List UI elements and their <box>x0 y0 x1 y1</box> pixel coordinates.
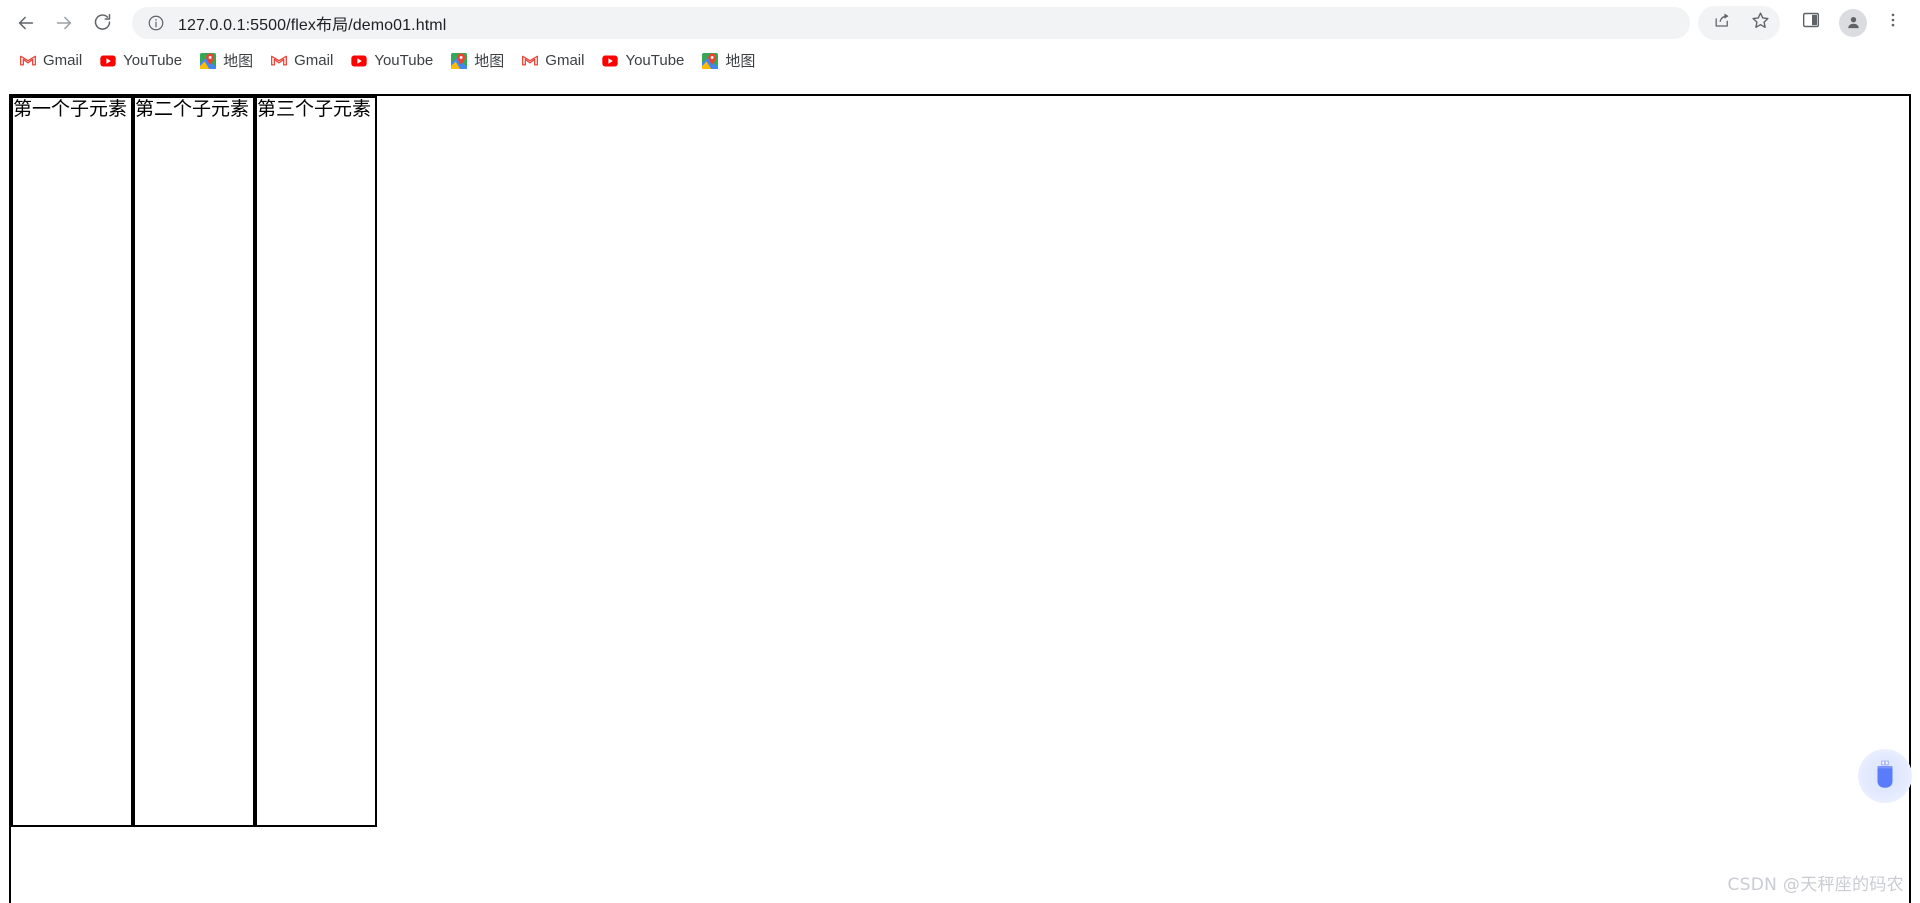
bookmark-youtube-1[interactable]: YouTube <box>92 48 190 74</box>
reload-button[interactable] <box>84 5 120 41</box>
flex-container: 第一个子元素 第二个子元素 第三个子元素 <box>9 94 1911 903</box>
flex-item-2: 第二个子元素 <box>133 96 255 827</box>
bookmark-label: Gmail <box>294 52 334 69</box>
chrome-menu-button[interactable] <box>1876 6 1910 40</box>
bookmark-label: YouTube <box>374 52 434 69</box>
bookmark-maps-2[interactable]: 地图 <box>443 48 512 74</box>
usb-device-button[interactable] <box>1858 749 1912 803</box>
forward-button[interactable] <box>46 5 82 41</box>
arrow-left-icon <box>15 12 37 34</box>
browser-toolbar: 127.0.0.1:5500/flex布局/demo01.html <box>0 0 1920 45</box>
bookmark-star-button[interactable] <box>1743 6 1777 40</box>
csdn-watermark: CSDN @天秤座的码农 <box>1727 875 1904 895</box>
profile-avatar-icon <box>1839 8 1867 37</box>
gmail-icon <box>20 53 36 69</box>
arrow-right-icon <box>53 12 75 34</box>
flex-item-1: 第一个子元素 <box>11 96 133 827</box>
google-maps-icon <box>200 52 217 69</box>
gmail-icon <box>271 53 288 69</box>
info-circle-icon[interactable] <box>146 13 166 33</box>
star-icon <box>1750 10 1771 36</box>
bookmark-label: 地图 <box>725 53 756 70</box>
bookmarks-bar: Gmail YouTube 地图 Gmail YouTube 地图 Gmail … <box>0 45 1920 77</box>
bookmark-label: 地图 <box>223 53 254 70</box>
bookmark-gmail-1[interactable]: Gmail <box>12 48 90 74</box>
side-panel-icon <box>1801 10 1821 35</box>
bookmark-label: YouTube <box>123 52 183 69</box>
bookmark-youtube-2[interactable]: YouTube <box>343 48 441 74</box>
bookmark-maps-1[interactable]: 地图 <box>192 48 261 74</box>
bookmark-label: Gmail <box>43 52 83 69</box>
share-button[interactable] <box>1705 6 1739 40</box>
usb-flash-drive-icon <box>1872 759 1898 794</box>
youtube-icon <box>351 53 367 69</box>
bookmark-maps-3[interactable]: 地图 <box>694 48 763 74</box>
three-dot-menu-icon <box>1884 11 1902 34</box>
share-bookmark-group <box>1698 5 1780 40</box>
address-bar[interactable]: 127.0.0.1:5500/flex布局/demo01.html <box>132 6 1690 39</box>
bookmark-label: Gmail <box>545 52 585 69</box>
reload-icon <box>92 12 113 33</box>
bookmark-gmail-2[interactable]: Gmail <box>263 48 341 74</box>
google-maps-icon <box>451 52 468 69</box>
bookmark-label: YouTube <box>625 52 685 69</box>
youtube-icon <box>602 53 619 69</box>
address-bar-url[interactable]: 127.0.0.1:5500/flex布局/demo01.html <box>178 11 446 35</box>
flex-item-3: 第三个子元素 <box>255 96 377 827</box>
page-viewport: 第一个子元素 第二个子元素 第三个子元素 CSDN @天秤座的码农 <box>0 77 1920 903</box>
back-button[interactable] <box>8 5 44 41</box>
google-maps-icon <box>702 52 719 69</box>
side-panel-button[interactable] <box>1794 6 1828 40</box>
youtube-icon <box>100 53 116 69</box>
browser-chrome: 127.0.0.1:5500/flex布局/demo01.html Gmail … <box>0 0 1920 77</box>
profile-button[interactable] <box>1836 6 1870 40</box>
bookmark-label: 地图 <box>474 53 505 70</box>
bookmark-youtube-3[interactable]: YouTube <box>594 48 692 74</box>
gmail-icon <box>522 53 539 69</box>
share-icon <box>1713 11 1732 35</box>
toolbar-actions <box>1698 5 1910 40</box>
bookmark-gmail-3[interactable]: Gmail <box>514 48 592 74</box>
